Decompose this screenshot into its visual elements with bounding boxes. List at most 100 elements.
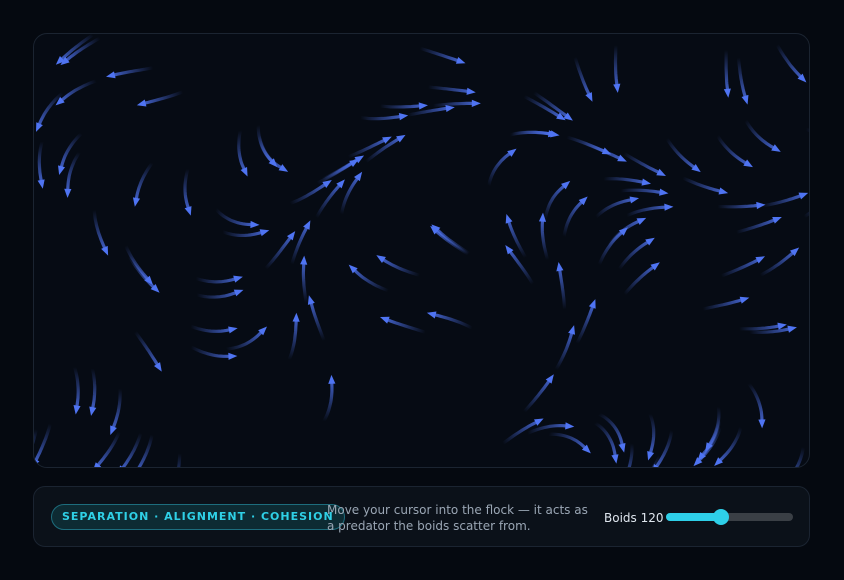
boid-trail: [681, 176, 721, 193]
boid: [647, 450, 655, 461]
boid: [588, 299, 596, 309]
boid-trail: [111, 387, 122, 429]
boid: [556, 261, 564, 272]
instruction-text: Move your cursor into the flock — it act…: [327, 503, 588, 533]
boid-trail: [288, 183, 326, 206]
boid: [739, 296, 750, 304]
boids-count-label: Boids 120: [604, 510, 664, 526]
boid-trail: [436, 228, 471, 255]
boid-trail: [613, 43, 619, 86]
boid-trail: [747, 381, 764, 422]
boid: [228, 352, 238, 360]
boids-slider[interactable]: [666, 509, 793, 525]
boid-trail: [622, 151, 660, 174]
boid: [35, 122, 43, 132]
control-panel: SEPARATION · ALIGNMENT · COHESION Move y…: [33, 486, 810, 547]
boid: [505, 213, 513, 224]
boid-trail: [575, 305, 594, 345]
boid: [550, 130, 560, 138]
boid: [250, 220, 260, 229]
boid-trail: [264, 236, 292, 271]
boid-trail: [597, 231, 623, 267]
boid-trail: [716, 203, 759, 209]
boid: [303, 220, 311, 230]
boid: [101, 245, 109, 256]
boid: [613, 83, 621, 93]
boid-trail: [183, 167, 190, 209]
boid-trail: [724, 48, 730, 91]
boid-trail: [378, 104, 421, 109]
boid-trail: [594, 198, 632, 219]
boid-trail: [66, 150, 81, 191]
boids-slider-thumb[interactable]: [712, 509, 729, 525]
boid-trail: [220, 229, 263, 238]
boid-trail: [758, 251, 794, 277]
boid: [601, 147, 612, 155]
boid: [565, 422, 575, 430]
boid-trail: [431, 101, 474, 108]
boid-trail: [708, 405, 721, 446]
boid-trail: [775, 43, 802, 78]
boid: [636, 217, 647, 225]
boid-trail: [113, 66, 155, 77]
boid: [629, 196, 640, 204]
boid: [741, 94, 749, 105]
boid: [618, 443, 626, 453]
boid-trail: [37, 139, 44, 182]
boid-trail: [719, 258, 759, 278]
boid: [426, 311, 437, 319]
boid-trail: [573, 55, 591, 96]
boid-trail: [627, 441, 634, 467]
boid: [292, 312, 300, 322]
boid-trail: [716, 134, 747, 165]
boid-trail: [734, 218, 776, 234]
boid-trail: [508, 250, 535, 286]
boid: [184, 206, 192, 216]
boid-trail: [386, 318, 427, 334]
boid-trail: [189, 345, 230, 358]
boid-trail: [554, 332, 574, 371]
boid-trail: [340, 177, 359, 216]
boid-trail: [214, 207, 253, 227]
boid-trail: [804, 127, 809, 132]
boid-trail: [96, 430, 122, 467]
boid: [787, 325, 797, 333]
boids-count-value: 120: [640, 511, 664, 525]
boid: [585, 92, 593, 102]
boid-trail: [346, 139, 386, 159]
boid: [106, 71, 116, 79]
boid: [659, 188, 669, 196]
boid-trail: [60, 34, 95, 61]
boid: [611, 454, 619, 464]
boid: [755, 256, 766, 264]
boid: [664, 203, 674, 211]
boid-trail: [133, 330, 159, 366]
boid-trail: [287, 320, 298, 362]
boid: [656, 168, 666, 176]
boid-trail: [124, 244, 149, 280]
boid-trail: [565, 135, 605, 153]
boid: [132, 197, 141, 207]
boid-trail: [309, 302, 326, 343]
boid-trail: [543, 185, 566, 222]
boid-trail: [59, 132, 83, 168]
boid-trail: [619, 188, 662, 194]
boid-trail: [418, 46, 459, 62]
flock-canvas[interactable]: [33, 33, 810, 468]
boid-trail: [224, 331, 263, 351]
boid-trail: [701, 298, 743, 311]
boid: [58, 165, 66, 176]
boid: [64, 188, 72, 198]
boid-trail: [593, 421, 617, 457]
boid-trail: [322, 382, 334, 423]
boid-trail: [189, 324, 231, 333]
boid: [136, 99, 147, 107]
boid: [233, 275, 243, 283]
boid: [233, 289, 244, 297]
boid-trail: [34, 422, 52, 462]
boid-trail: [737, 324, 780, 331]
boid: [718, 187, 729, 195]
boid-trail: [37, 91, 65, 126]
boid: [110, 425, 117, 436]
boid: [798, 192, 809, 200]
